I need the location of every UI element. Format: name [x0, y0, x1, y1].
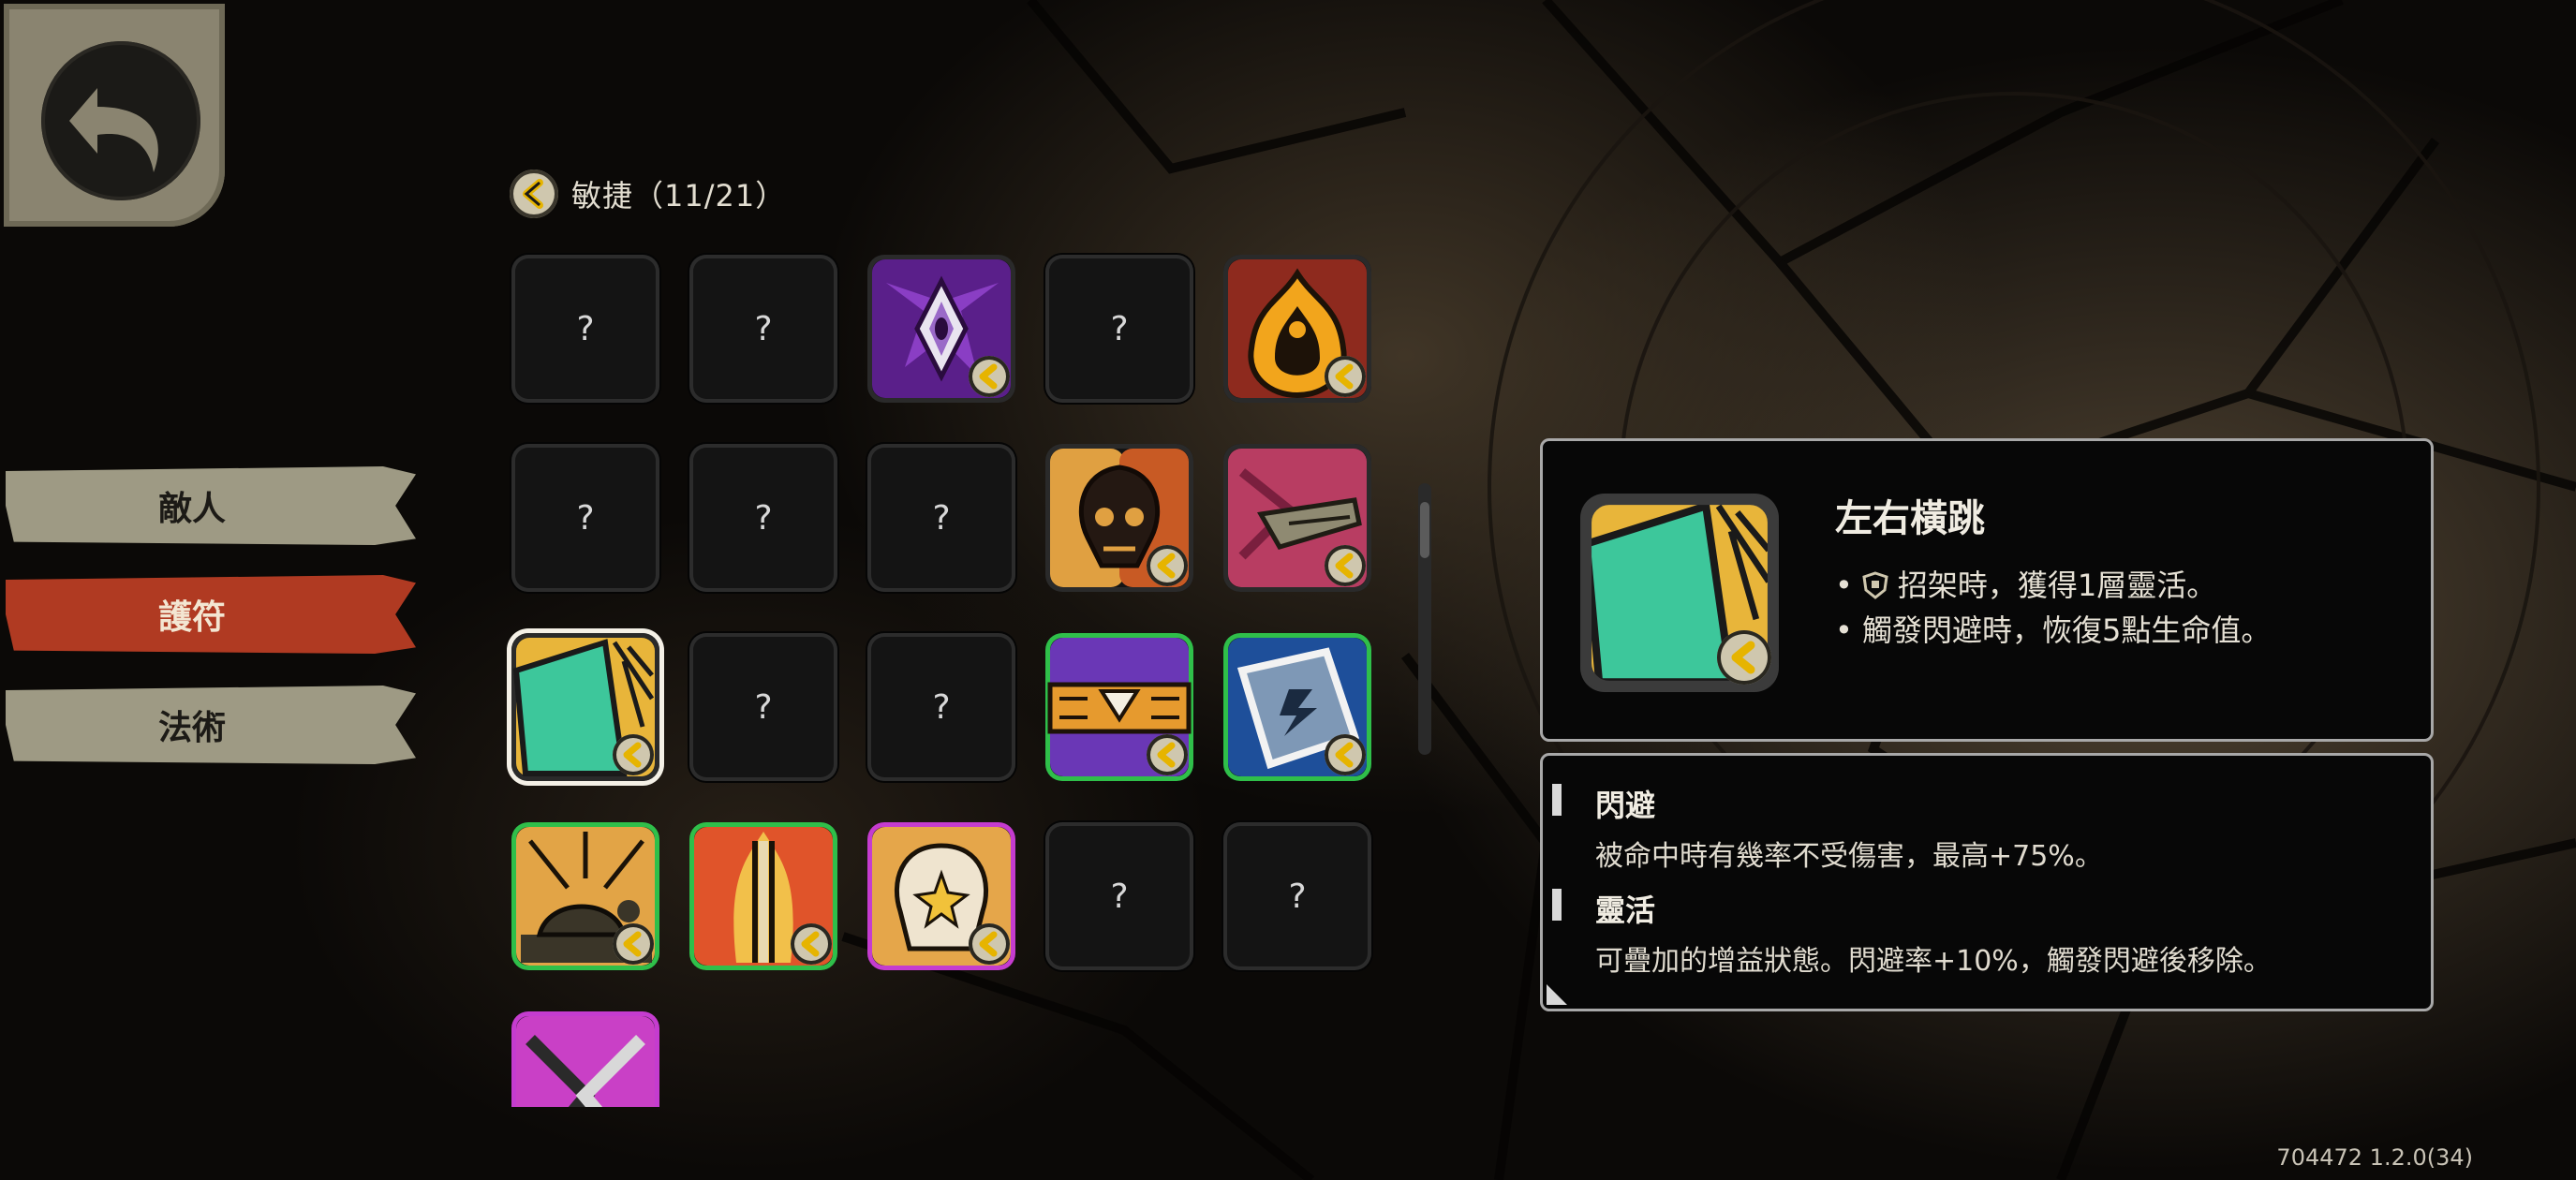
tab-spells[interactable]: 法術: [6, 686, 416, 764]
unknown-mark: ?: [1110, 877, 1129, 916]
tab-spells-label: 法術: [157, 709, 226, 747]
keyword-marker: [1552, 889, 1562, 921]
chevron-left-icon: [1325, 545, 1366, 586]
unknown-mark: ?: [576, 309, 595, 348]
chevron-left-icon: [1325, 734, 1366, 775]
talisman-slot-banner[interactable]: [1045, 633, 1193, 781]
talisman-slot-crocodile[interactable]: [1223, 444, 1371, 592]
keyword-marker: [1552, 784, 1562, 816]
tab-talismans[interactable]: 護符: [6, 575, 416, 654]
talisman-slot-crossed-blades[interactable]: [511, 1011, 659, 1107]
keyword-title: 閃避: [1595, 788, 1656, 823]
talisman-slot-fire-spirit[interactable]: [1223, 255, 1371, 403]
version-label: 704472 1.2.0(34): [2276, 1144, 2473, 1171]
unknown-mark: ?: [754, 498, 773, 538]
talisman-slot-shield[interactable]: [1223, 633, 1371, 781]
crossed-blades-icon: [516, 1016, 655, 1107]
parry-shield-icon: [1862, 571, 1888, 599]
talisman-detail-panel: 左右橫跳 • 招架時，獲得1層靈活。 • 觸發閃避時，恢復5點生命值。: [1540, 438, 2434, 742]
talisman-slot-demon-mask[interactable]: [1045, 444, 1193, 592]
chevron-left-icon: [1147, 734, 1188, 775]
talisman-slot-locked[interactable]: ?: [867, 633, 1015, 781]
chevron-left-icon: [969, 356, 1010, 397]
talisman-slot-locked[interactable]: ?: [511, 255, 659, 403]
side-hop-icon: [1580, 494, 1779, 692]
effect-line: • 觸發閃避時，恢復5點生命值。: [1835, 608, 2271, 653]
keyword-title: 靈活: [1595, 892, 1656, 928]
keyword-description: 被命中時有幾率不受傷害，最高+75%。: [1595, 840, 2103, 873]
grid-scrollbar[interactable]: [1418, 483, 1431, 755]
talisman-slot-side-hop-selected[interactable]: [511, 633, 659, 781]
tab-talismans-label: 護符: [157, 598, 226, 637]
back-arrow-icon: [41, 41, 200, 200]
talisman-slot-turtle[interactable]: [511, 822, 659, 970]
unknown-mark: ?: [576, 498, 595, 538]
effect-line: • 招架時，獲得1層靈活。: [1835, 563, 2271, 608]
chevron-left-icon: [613, 734, 654, 775]
talisman-slot-locked[interactable]: ?: [689, 633, 837, 781]
back-button[interactable]: [4, 4, 225, 227]
talisman-slot-locked[interactable]: ?: [689, 255, 837, 403]
unknown-mark: ?: [1110, 309, 1129, 348]
talisman-slot-locked[interactable]: ?: [511, 444, 659, 592]
panel-corner-marker: [1547, 984, 1567, 1005]
talisman-grid: ? ? ? ? ? ? ? ? ? ?: [506, 251, 1386, 1107]
talisman-slot-locked[interactable]: ?: [867, 444, 1015, 592]
talisman-slot-skull[interactable]: [867, 822, 1015, 970]
talisman-slot-locked[interactable]: ?: [689, 444, 837, 592]
talisman-effects: • 招架時，獲得1層靈活。 • 觸發閃避時，恢復5點生命值。: [1835, 563, 2271, 653]
talisman-slot-locked[interactable]: ?: [1223, 822, 1371, 970]
unknown-mark: ?: [932, 687, 951, 727]
talisman-name: 左右橫跳: [1835, 497, 1985, 540]
unknown-mark: ?: [754, 309, 773, 348]
category-header: 敏捷（11/21）: [510, 169, 786, 219]
tab-enemies-label: 敵人: [157, 490, 226, 528]
unknown-mark: ?: [1288, 877, 1307, 916]
effect-text: 招架時，獲得1層靈活。: [1897, 568, 2217, 603]
chevron-left-icon: [1325, 356, 1366, 397]
scrollbar-thumb[interactable]: [1420, 502, 1429, 558]
chevron-left-icon[interactable]: [510, 170, 558, 218]
talisman-slot-flame-blade[interactable]: [689, 822, 837, 970]
keyword-panel: 閃避 被命中時有幾率不受傷害，最高+75%。 靈活 可疊加的增益狀態。閃避率+1…: [1540, 753, 2434, 1011]
bullet: •: [1835, 568, 1853, 603]
category-title: 敏捷（11/21）: [571, 178, 787, 214]
effect-text: • 觸發閃避時，恢復5點生命值。: [1835, 612, 2272, 648]
talisman-slot-purple-eye[interactable]: [867, 255, 1015, 403]
chevron-left-icon: [613, 923, 654, 965]
chevron-left-icon: [969, 923, 1010, 965]
unknown-mark: ?: [932, 498, 951, 538]
chevron-left-icon: [1147, 545, 1188, 586]
talisman-slot-locked[interactable]: ?: [1045, 822, 1193, 970]
keyword-description: 可疊加的增益狀態。閃避率+10%，觸發閃避後移除。: [1595, 945, 2272, 978]
unknown-mark: ?: [754, 687, 773, 727]
talisman-slot-locked[interactable]: ?: [1045, 255, 1193, 403]
chevron-left-icon: [791, 923, 832, 965]
chevron-left-icon: [1717, 630, 1771, 685]
tab-enemies[interactable]: 敵人: [6, 466, 416, 545]
